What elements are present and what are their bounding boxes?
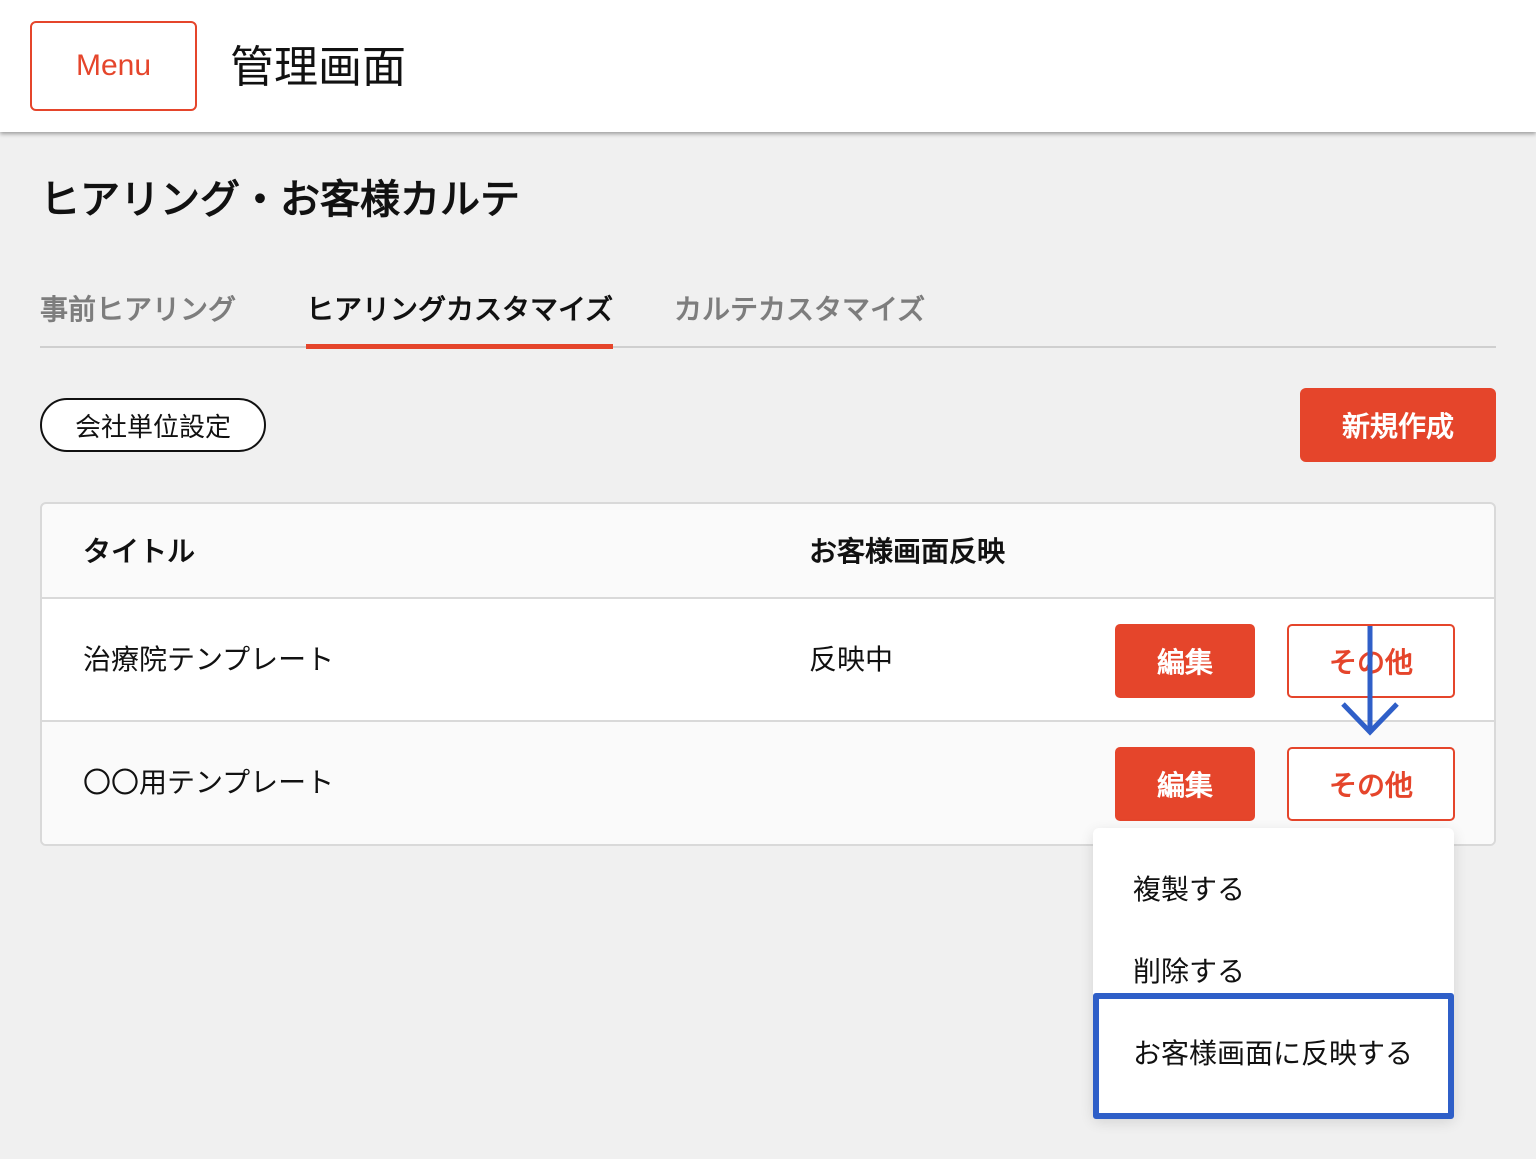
table-row: 〇〇用テンプレート 編集 その他 [42,722,1494,844]
row-title: 〇〇用テンプレート [83,766,335,799]
app-header: Menu 管理画面 [0,0,1536,132]
company-settings-button[interactable]: 会社単位設定 [40,398,266,452]
row-title: 治療院テンプレート [83,643,335,676]
table-header: タイトル お客様画面反映 [42,504,1494,599]
page-title: ヒアリング・お客様カルテ [40,177,520,223]
edit-button[interactable]: 編集 [1115,747,1255,821]
tab-karte-customize[interactable]: カルテカスタマイズ [674,288,925,344]
new-create-button[interactable]: 新規作成 [1300,388,1496,462]
column-header-title: タイトル [83,535,196,568]
other-button[interactable]: その他 [1287,747,1455,821]
menu-button[interactable]: Menu [30,21,197,111]
tab-hearing-customize[interactable]: ヒアリングカスタマイズ [306,288,614,349]
table-row: 治療院テンプレート 反映中 編集 その他 [42,599,1494,722]
tab-bar: 事前ヒアリング ヒアリングカスタマイズ カルテカスタマイズ [40,280,1496,349]
tab-pre-hearing[interactable]: 事前ヒアリング [40,288,236,344]
row-reflection-status: 反映中 [809,643,894,676]
app-title: 管理画面 [230,42,406,93]
annotation-arrow-down-icon [1341,626,1399,736]
other-actions-menu: 複製する 削除する お客様画面に反映する [1093,828,1454,1118]
template-table: タイトル お客様画面反映 治療院テンプレート 反映中 編集 その他 〇〇用テンプ… [40,502,1496,846]
column-header-reflection: お客様画面反映 [809,535,1006,568]
edit-button[interactable]: 編集 [1115,624,1255,698]
menu-item-delete[interactable]: 削除する [1133,952,1245,992]
menu-item-duplicate[interactable]: 複製する [1133,870,1245,910]
menu-item-reflect-to-customer[interactable]: お客様画面に反映する [1133,1034,1413,1074]
